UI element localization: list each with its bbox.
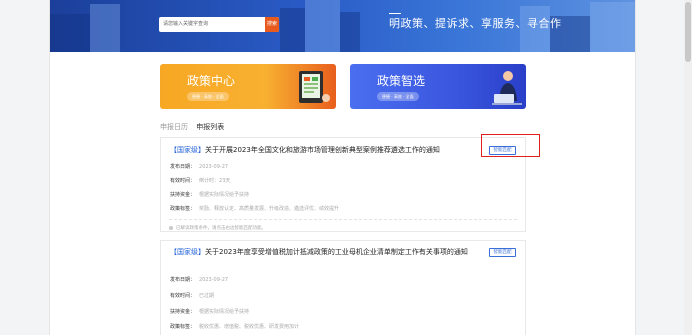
- search-button[interactable]: 搜索: [265, 17, 279, 32]
- policy-center-title: 政策中心: [187, 74, 236, 88]
- funding-row: 扶持资金： 根据实际情况给予扶持: [170, 309, 250, 315]
- tab-list[interactable]: 申报列表: [196, 122, 224, 132]
- valid-time-row: 有效时间： 倒计时：23天: [170, 178, 231, 184]
- policy-select-title: 政策智选: [377, 74, 426, 88]
- slogan-accent: [389, 13, 401, 14]
- policy-select-tagline: 便捷 · 高效 · 全面: [377, 92, 419, 101]
- smart-match-button[interactable]: 智能匹配: [489, 248, 516, 257]
- policy-title[interactable]: 关于开展2023年全国文化和旅游市场管理创新典型案例推荐遴选工作的通知: [205, 146, 440, 154]
- valid-time-row: 有效时间： 已过期: [170, 293, 215, 299]
- page-scrollbar[interactable]: [684, 0, 692, 335]
- highlight-annotation-box: [481, 134, 540, 157]
- policy-card[interactable]: 【国家级】关于2023年度享受增值税加计抵减政策的工业母机企业清单制定工作有关事…: [160, 240, 526, 335]
- funding-row: 扶持资金： 根据实际情况给予扶持: [170, 192, 250, 198]
- publish-date-row: 发布日期： 2023-09-27: [170, 277, 229, 283]
- policy-select-card[interactable]: 政策智选 便捷 · 高效 · 全面: [350, 64, 526, 109]
- policy-center-card[interactable]: 政策中心 便捷 · 高效 · 全面: [160, 64, 336, 109]
- header-banner: 请您输入关键字查询 搜索 明政策、提诉求、享服务、寻合作: [50, 0, 635, 52]
- policy-tags-row: 政策标签： 奖励、释放认定、高质量发展、升级改造、遴选评优、绩效提升: [170, 206, 340, 212]
- search-input[interactable]: 请您输入关键字查询: [159, 17, 279, 32]
- policy-title[interactable]: 关于2023年度享受增值税加计抵减政策的工业母机企业清单制定工作有关事项的通知: [205, 248, 468, 256]
- list-tabs: 申报日历 申报列表: [160, 122, 230, 132]
- policy-title-row[interactable]: 【国家级】关于2023年度享受增值税加计抵减政策的工业母机企业清单制定工作有关事…: [170, 247, 470, 258]
- policy-level: 【国家级】: [170, 248, 205, 256]
- page-frame: 请您输入关键字查询 搜索 明政策、提诉求、享服务、寻合作 政策中心 便捷 · 高…: [49, 0, 636, 335]
- publish-date-row: 发布日期： 2023-09-27: [170, 164, 229, 170]
- person-laptop-illustration-icon: [492, 71, 522, 105]
- policy-level: 【国家级】: [170, 146, 205, 154]
- policy-center-tagline: 便捷 · 高效 · 全面: [187, 92, 229, 101]
- scrollbar-thumb[interactable]: [685, 2, 691, 62]
- policy-card[interactable]: 【国家级】关于开展2023年全国文化和旅游市场管理创新典型案例推荐遴选工作的通知…: [160, 137, 526, 232]
- tablet-illustration-icon: [299, 71, 330, 103]
- info-dot-icon: [169, 225, 173, 230]
- header-slogan: 明政策、提诉求、享服务、寻合作: [389, 17, 562, 30]
- policy-footer: 已解读政策条件，请点击右边智能匹配功能。: [169, 219, 517, 231]
- policy-tags-row: 政策标签： 税收优惠、增值税、税收优惠、研发费用加计: [170, 324, 300, 330]
- policy-title-row[interactable]: 【国家级】关于开展2023年全国文化和旅游市场管理创新典型案例推荐遴选工作的通知: [170, 145, 470, 156]
- tab-calendar[interactable]: 申报日历: [160, 122, 188, 132]
